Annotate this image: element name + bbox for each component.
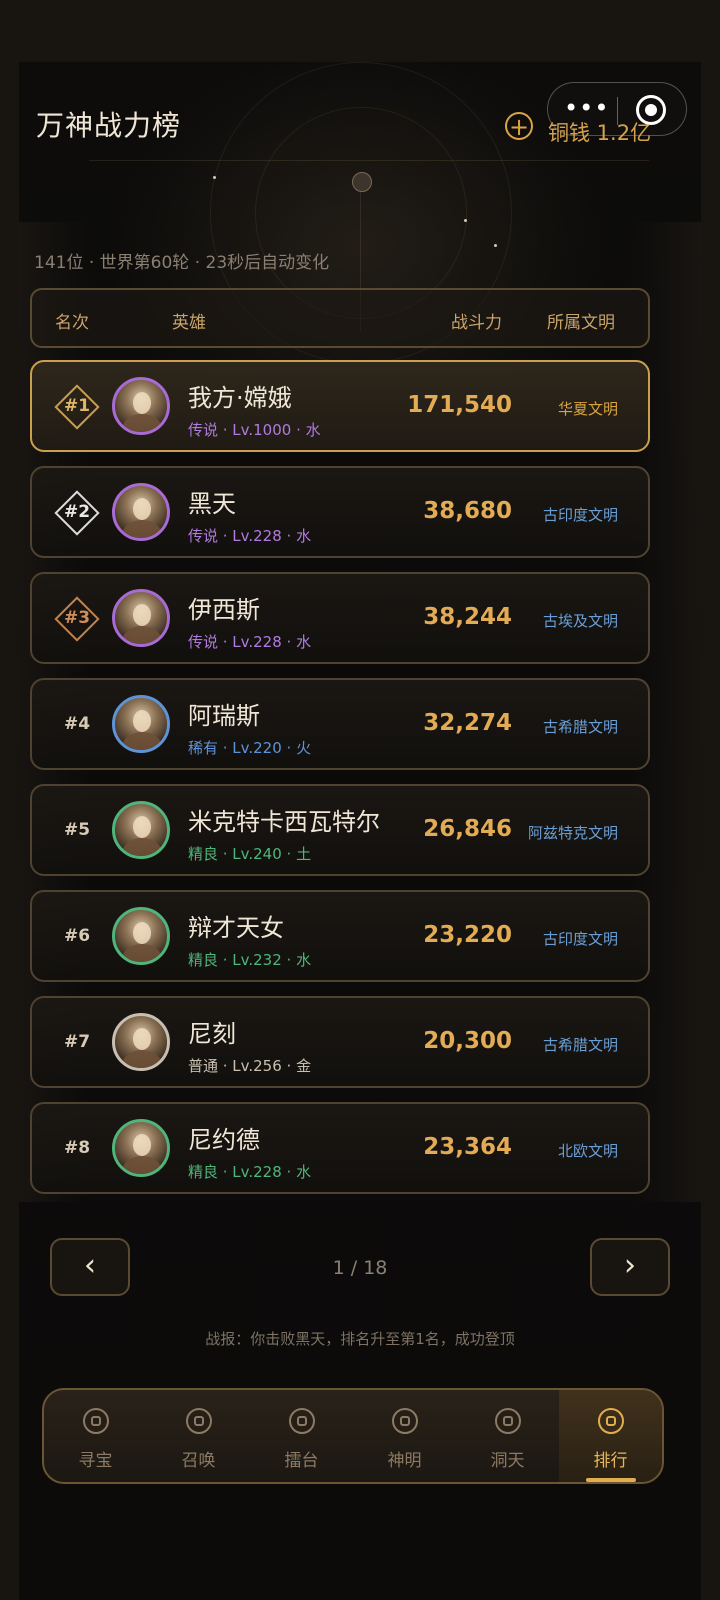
nav-label: 擂台	[284, 1451, 319, 1471]
civilization-label: 古印度文明	[542, 930, 618, 948]
avatar	[112, 377, 170, 435]
header-civ: 所属文明	[547, 313, 615, 333]
table-row[interactable]: #3 伊西斯 传说 · Lv.228 · 水 38,244 古埃及文明	[30, 572, 650, 664]
nav-label: 排行	[593, 1451, 628, 1471]
hero-meta: 普通 · Lv.256 · 金	[188, 1057, 312, 1075]
hero-meta: 精良 · Lv.240 · 土	[188, 845, 312, 863]
power-value: 23,220	[423, 922, 512, 948]
table-row[interactable]: #2 黑天 传说 · Lv.228 · 水 38,680 古印度文明	[30, 466, 650, 558]
civilization-label: 阿兹特克文明	[527, 824, 618, 842]
battle-report: 战报：你击败黑天，排名升至第1名，成功登顶	[205, 1330, 515, 1348]
nav-label: 神明	[387, 1451, 422, 1471]
power-value: 38,244	[423, 604, 512, 630]
table-row[interactable]: #7 尼刻 普通 · Lv.256 · 金 20,300 古希腊文明	[30, 996, 650, 1088]
power-value: 26,846	[423, 816, 512, 842]
table-row[interactable]: #1 我方·嫦娥 传说 · Lv.1000 · 水 171,540 华夏文明	[30, 360, 650, 452]
avatar	[112, 483, 170, 541]
hero-name: 我方·嫦娥	[188, 384, 292, 412]
hero-name: 尼刻	[188, 1020, 236, 1048]
nav-item-cave[interactable]: 洞天	[456, 1390, 559, 1482]
rank-number: #8	[63, 1138, 91, 1158]
star	[464, 219, 467, 222]
power-value: 32,274	[423, 710, 512, 736]
rank-number: #2	[63, 502, 91, 522]
summon-icon	[186, 1408, 212, 1434]
header-rank: 名次	[55, 313, 89, 333]
civilization-label: 古埃及文明	[542, 612, 618, 630]
avatar	[112, 589, 170, 647]
page-title: 万神战力榜	[36, 109, 182, 142]
hero-name: 阿瑞斯	[188, 702, 260, 730]
hero-meta: 传说 · Lv.228 · 水	[188, 527, 312, 545]
star	[213, 176, 216, 179]
civilization-label: 古印度文明	[542, 506, 618, 524]
civilization-label: 古希腊文明	[542, 718, 618, 736]
power-value: 171,540	[407, 392, 512, 418]
avatar	[112, 1119, 170, 1177]
hero-name: 伊西斯	[188, 596, 260, 624]
next-page-button[interactable]: ›	[590, 1238, 670, 1296]
gods-icon	[392, 1408, 418, 1434]
cave-icon	[495, 1408, 521, 1434]
nav-item-treasure[interactable]: 寻宝	[44, 1390, 147, 1482]
table-row[interactable]: #5 米克特卡西瓦特尔 精良 · Lv.240 · 土 26,846 阿兹特克文…	[30, 784, 650, 876]
nav-item-summon[interactable]: 召唤	[147, 1390, 250, 1482]
table-row[interactable]: #6 辩才天女 精良 · Lv.232 · 水 23,220 古印度文明	[30, 890, 650, 982]
currency-label: 铜钱 1.2亿	[548, 121, 652, 145]
hero-meta: 传说 · Lv.228 · 水	[188, 633, 312, 651]
rank-number: #6	[63, 926, 91, 946]
nav-label: 召唤	[181, 1451, 216, 1471]
table-row[interactable]: #8 尼约德 精良 · Lv.228 · 水 23,364 北欧文明	[30, 1102, 650, 1194]
rank-number: #1	[63, 396, 91, 416]
add-currency-button[interactable]: +	[505, 112, 533, 140]
treasure-icon	[83, 1408, 109, 1434]
arena-icon	[289, 1408, 315, 1434]
rank-badge-bronze: #3	[54, 596, 100, 642]
rank-number: #3	[63, 608, 91, 628]
active-indicator	[586, 1478, 636, 1482]
power-value: 23,364	[423, 1134, 512, 1160]
hero-meta: 稀有 · Lv.220 · 火	[188, 739, 312, 757]
hero-meta: 精良 · Lv.232 · 水	[188, 951, 312, 969]
table-header: 名次 英雄 战斗力 所属文明	[30, 288, 650, 348]
table-row[interactable]: #4 阿瑞斯 稀有 · Lv.220 · 火 32,274 古希腊文明	[30, 678, 650, 770]
page-indicator: 1 / 18	[332, 1257, 388, 1279]
bottom-nav: 寻宝 召唤 擂台 神明 洞天 排行	[42, 1388, 664, 1484]
avatar	[112, 801, 170, 859]
rank-badge-silver: #2	[54, 490, 100, 536]
civilization-label: 古希腊文明	[542, 1036, 618, 1054]
avatar	[112, 907, 170, 965]
rank-number: #4	[63, 714, 91, 734]
hero-name: 黑天	[188, 490, 236, 518]
star	[494, 244, 497, 247]
civilization-label: 华夏文明	[557, 400, 618, 418]
hero-name: 辩才天女	[188, 914, 284, 942]
ranking-icon	[598, 1408, 624, 1434]
header-power: 战斗力	[451, 313, 502, 333]
header-hero: 英雄	[172, 313, 206, 333]
hero-meta: 传说 · Lv.1000 · 水	[188, 421, 321, 439]
rank-number: #7	[63, 1032, 91, 1052]
nav-label: 寻宝	[78, 1451, 113, 1471]
hero-name: 米克特卡西瓦特尔	[188, 808, 380, 836]
power-value: 38,680	[423, 498, 512, 524]
avatar	[112, 695, 170, 753]
round-info: 141位 · 世界第60轮 · 23秒后自动变化	[34, 253, 330, 273]
nav-item-gods[interactable]: 神明	[353, 1390, 456, 1482]
hero-meta: 精良 · Lv.228 · 水	[188, 1163, 312, 1181]
rank-number: #5	[63, 820, 91, 840]
avatar	[112, 1013, 170, 1071]
prev-page-button[interactable]: ‹	[50, 1238, 130, 1296]
nav-label: 洞天	[490, 1451, 525, 1471]
nav-item-ranking[interactable]: 排行	[559, 1390, 662, 1482]
power-value: 20,300	[423, 1028, 512, 1054]
civilization-label: 北欧文明	[557, 1142, 618, 1160]
background-orb	[352, 172, 372, 192]
nav-item-arena[interactable]: 擂台	[250, 1390, 353, 1482]
background-line	[89, 160, 649, 161]
hero-name: 尼约德	[188, 1126, 260, 1154]
rank-badge-gold: #1	[54, 384, 100, 430]
